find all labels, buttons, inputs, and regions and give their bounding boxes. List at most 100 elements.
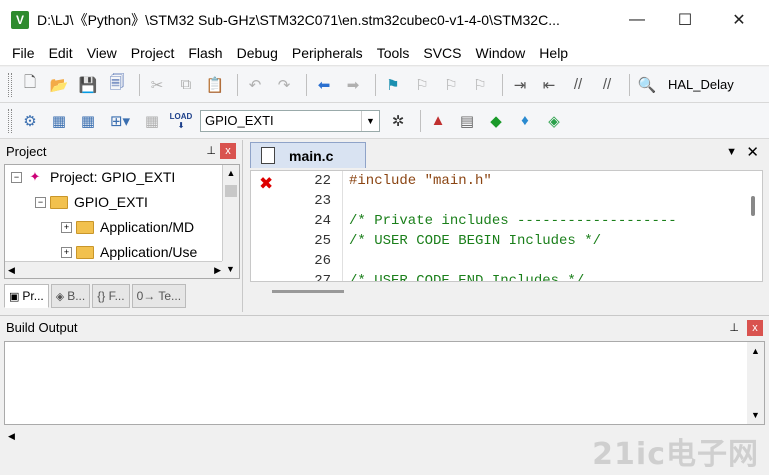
bookmark-icon[interactable]: ⚑ — [381, 73, 405, 97]
file-toolbar: 🗋 📂 💾 🗐 ✂ ⧉ 📋 ↶ ↷ ⬅ ➡ ⚑ ⚐ ⚐ ⚐ ⇥ ⇤ // // … — [0, 67, 769, 103]
tab-functions[interactable]: {} F... — [92, 284, 130, 308]
menu-help[interactable]: Help — [532, 45, 575, 61]
paste-icon[interactable]: 📋 — [203, 73, 227, 97]
menu-project[interactable]: Project — [124, 45, 182, 61]
unindent-icon[interactable]: ⇤ — [537, 73, 561, 97]
scroll-left-icon[interactable]: ◀ — [8, 431, 15, 442]
tree-vertical-scrollbar[interactable]: ▲ — [222, 165, 239, 263]
tree-item-label: Application/Use — [100, 244, 198, 260]
find-in-files-icon[interactable]: 🔍 — [635, 73, 659, 97]
scroll-right-icon[interactable]: ▶ — [214, 265, 221, 276]
code-editor[interactable]: ✖ 22 #include "main.h" 23 24 /* Private … — [250, 170, 763, 282]
target-folder-icon — [50, 195, 68, 209]
close-window-button[interactable]: ✕ — [709, 0, 769, 40]
expand-icon[interactable]: + — [61, 246, 72, 258]
collapse-icon[interactable]: − — [35, 196, 46, 208]
undo-icon[interactable]: ↶ — [243, 73, 267, 97]
menu-file[interactable]: File — [5, 45, 42, 61]
line-number: 27 — [314, 273, 331, 282]
scroll-thumb[interactable] — [751, 196, 755, 216]
find-text-field[interactable]: HAL_Delay — [668, 77, 734, 92]
batch-build-icon[interactable]: ⊞▾ — [105, 109, 135, 133]
tree-item-label: Project: GPIO_EXTI — [50, 169, 176, 185]
save-icon[interactable]: 💾 — [76, 73, 100, 97]
navigate-forward-icon[interactable]: ➡ — [341, 73, 365, 97]
build-icon[interactable]: ▦ — [47, 109, 71, 133]
code-line[interactable]: 23 — [251, 191, 751, 211]
scroll-up-icon[interactable]: ▲ — [751, 346, 760, 356]
scroll-left-icon[interactable]: ◀ — [8, 265, 15, 276]
close-panel-button[interactable]: x — [220, 143, 236, 159]
translate-icon[interactable]: ⚙ — [18, 109, 42, 133]
tab-templates[interactable]: 0→ Te... — [131, 284, 187, 308]
indent-icon[interactable]: ⇥ — [508, 73, 532, 97]
tree-item-project[interactable]: − ✦ Project: GPIO_EXTI — [11, 165, 175, 189]
copy-icon[interactable]: ⧉ — [174, 73, 198, 97]
target-select[interactable]: GPIO_EXTI ▼ — [200, 109, 380, 132]
uncomment-icon[interactable]: // — [595, 73, 619, 97]
code-line[interactable]: 25 /* USER CODE BEGIN Includes */ — [251, 231, 751, 251]
cut-icon[interactable]: ✂ — [145, 73, 169, 97]
expand-icon[interactable]: + — [61, 221, 72, 233]
code-line[interactable]: 24 /* Private includes -----------------… — [251, 211, 751, 231]
code-line[interactable]: 27 /* USER CODE END Includes */ — [251, 271, 751, 282]
load-download-icon[interactable]: LOAD ⬇ — [169, 109, 193, 133]
menu-svcs[interactable]: SVCS — [416, 45, 468, 61]
clear-bookmarks-icon[interactable]: ⚐ — [468, 73, 492, 97]
prev-bookmark-icon[interactable]: ⚐ — [410, 73, 434, 97]
tab-project[interactable]: ▣ Pr... — [4, 284, 49, 308]
toolbar-grip[interactable] — [8, 72, 12, 97]
menu-window[interactable]: Window — [469, 45, 533, 61]
tab-books[interactable]: ◈ B... — [50, 284, 91, 308]
manage-project-items-icon[interactable]: ▤ — [455, 109, 479, 133]
close-panel-button[interactable]: x — [747, 320, 763, 336]
tree-item-group[interactable]: + Application/MD — [61, 215, 194, 239]
scroll-up-icon[interactable]: ▲ — [223, 165, 239, 182]
code-line[interactable]: 26 — [251, 251, 751, 271]
select-packs-icon[interactable]: ◆ — [484, 109, 508, 133]
scroll-down-icon[interactable]: ▼ — [751, 410, 760, 420]
build-output-title: Build Output — [6, 320, 78, 335]
build-vertical-scrollbar[interactable]: ▲ ▼ — [747, 342, 764, 424]
menu-edit[interactable]: Edit — [42, 45, 80, 61]
manage-components-icon[interactable]: ▲ — [426, 109, 450, 133]
menu-peripherals[interactable]: Peripherals — [285, 45, 370, 61]
build-output-window[interactable]: ▲ ▼ — [4, 341, 765, 425]
maximize-button[interactable]: ☐ — [661, 0, 709, 40]
rebuild-icon[interactable]: ▦ — [76, 109, 100, 133]
code-line[interactable]: 22 #include "main.h" — [251, 171, 751, 191]
menu-view[interactable]: View — [80, 45, 124, 61]
collapse-icon[interactable]: − — [11, 171, 22, 183]
tab-main-c[interactable]: main.c — [250, 142, 366, 168]
toolbar-grip[interactable] — [8, 108, 12, 133]
code-vertical-scrollbar[interactable] — [745, 171, 762, 281]
run-time-environment-icon[interactable]: ◈ — [542, 109, 566, 133]
tree-item-label: GPIO_EXTI — [74, 194, 148, 210]
close-tab-icon[interactable]: ✕ — [746, 143, 759, 161]
next-bookmark-icon[interactable]: ⚐ — [439, 73, 463, 97]
new-file-icon[interactable]: 🗋 — [18, 73, 42, 97]
redo-icon[interactable]: ↷ — [272, 73, 296, 97]
scroll-down-icon[interactable]: ▼ — [222, 261, 239, 278]
navigate-back-icon[interactable]: ⬅ — [312, 73, 336, 97]
tree-horizontal-scrollbar[interactable]: ◀ ▶ — [5, 261, 224, 278]
save-all-icon[interactable]: 🗐 — [105, 73, 129, 97]
tree-item-target[interactable]: − GPIO_EXTI — [35, 190, 148, 214]
menu-flash[interactable]: Flash — [181, 45, 229, 61]
window-title: D:\LJ\《Python》\STM32 Sub-GHz\STM32C071\e… — [37, 12, 560, 28]
minimize-button[interactable]: — — [613, 0, 661, 40]
pack-installer-icon[interactable]: ♦ — [513, 109, 537, 133]
comment-icon[interactable]: // — [566, 73, 590, 97]
stop-build-icon[interactable]: ▦ — [140, 109, 164, 133]
pin-icon[interactable]: ⊥ — [206, 144, 216, 157]
scroll-thumb[interactable] — [225, 185, 237, 197]
menu-tools[interactable]: Tools — [370, 45, 417, 61]
separator — [420, 109, 421, 132]
menu-debug[interactable]: Debug — [230, 45, 285, 61]
target-options-icon[interactable]: ✲ — [386, 109, 410, 133]
code-horizontal-scrollbar[interactable] — [272, 290, 344, 293]
open-folder-icon[interactable]: 📂 — [47, 73, 71, 97]
tab-list-dropdown-icon[interactable]: ▼ — [726, 146, 737, 158]
pin-icon[interactable]: ⊥ — [729, 321, 739, 334]
chevron-down-icon[interactable]: ▼ — [361, 110, 379, 131]
